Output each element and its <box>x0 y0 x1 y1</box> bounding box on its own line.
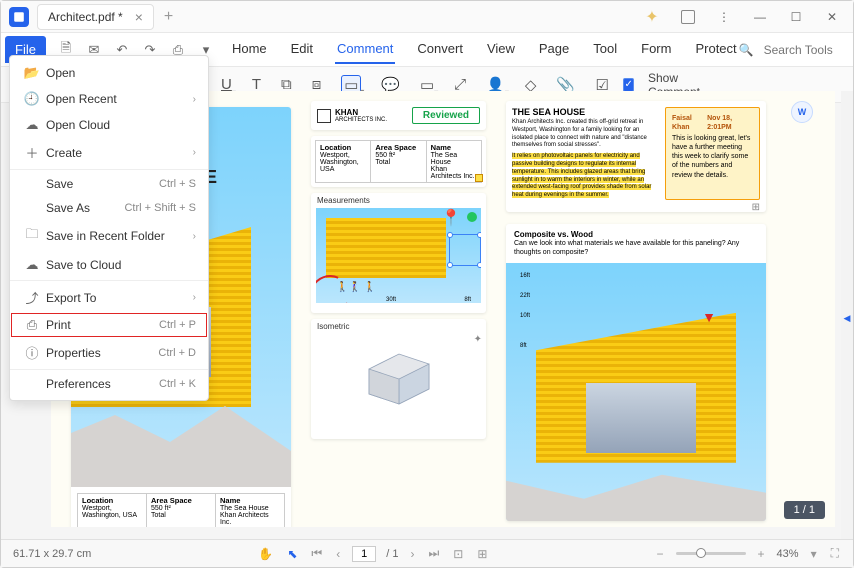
maximize-button[interactable]: ☐ <box>783 4 809 30</box>
file-properties[interactable]: ⓘPropertiesCtrl + D <box>10 338 208 367</box>
info-card: LocationWestport,Washington, USA Area Sp… <box>311 136 486 187</box>
search-icon[interactable]: 🔍 <box>739 43 754 57</box>
menu-edit[interactable]: Edit <box>289 35 315 64</box>
khan-logo: KHANARCHITECTS INC. <box>317 108 387 123</box>
separator <box>10 369 208 370</box>
clock-icon: 🕘 <box>22 91 42 107</box>
folder-open-icon: 📂 <box>22 65 42 81</box>
zoom-slider[interactable] <box>676 552 746 555</box>
menu-comment[interactable]: Comment <box>335 35 395 64</box>
menu-convert[interactable]: Convert <box>415 35 465 64</box>
note-marker-icon[interactable] <box>475 174 483 182</box>
app-icon <box>9 7 29 27</box>
menu-page[interactable]: Page <box>537 35 571 64</box>
menu-protect[interactable]: Protect <box>693 35 738 64</box>
file-save[interactable]: SaveCtrl + S <box>10 172 208 196</box>
sticky-note[interactable]: Faisal KhanNov 18, 2:01PM This is lookin… <box>665 107 760 200</box>
expand-icon[interactable]: ⊞ <box>512 202 760 212</box>
file-save-recent-folder[interactable]: 🗀Save in Recent Folder› <box>10 220 208 252</box>
chevron-right-icon: › <box>193 231 196 242</box>
plus-icon: ＋ <box>22 143 42 162</box>
description-card: THE SEA HOUSE Khan Architects Inc. creat… <box>506 101 766 212</box>
menu-tool[interactable]: Tool <box>591 35 619 64</box>
status-dot-icon <box>467 212 477 222</box>
prev-page-icon[interactable]: ‹ <box>334 547 342 561</box>
separator <box>10 169 208 170</box>
reviewed-badge: Reviewed <box>412 107 480 124</box>
chevron-right-icon: › <box>193 292 196 303</box>
statusbar: 61.71 x 29.7 cm ✋ ⬉ ⏮ ‹ / 1 › ⏭ ⊡ ⊞ − + … <box>1 539 853 567</box>
header-card: KHANARCHITECTS INC. Reviewed <box>311 101 486 130</box>
zoom-value: 43% <box>777 548 799 560</box>
right-scrollbar[interactable]: ◀ <box>841 91 853 539</box>
arrow-down-icon[interactable]: ▼ <box>702 309 716 325</box>
file-save-cloud[interactable]: ☁Save to Cloud <box>10 252 208 278</box>
file-dropdown: 📂Open 🕘Open Recent› ☁Open Cloud ＋Create›… <box>9 55 209 401</box>
isometric-card: Isometric ✦ <box>311 319 486 439</box>
kebab-icon[interactable]: ⋮ <box>711 4 737 30</box>
printer-icon: ⎙ <box>22 317 42 333</box>
folder-icon: 🗀 <box>22 225 42 247</box>
word-export-icon[interactable]: W <box>791 101 813 123</box>
file-save-as[interactable]: Save AsCtrl + Shift + S <box>10 196 208 220</box>
page-input[interactable] <box>352 546 376 562</box>
close-button[interactable]: ✕ <box>819 4 845 30</box>
file-print[interactable]: ⎙PrintCtrl + P <box>10 312 208 338</box>
zoom-in-icon[interactable]: + <box>756 547 767 561</box>
measurements-card: Measurements 🚶🚶‍♀️ 🚶 📍 30ft 8ft <box>311 193 486 313</box>
next-page-icon[interactable]: › <box>408 547 416 561</box>
file-export[interactable]: ⤴Export To› <box>10 283 208 312</box>
select-tool-icon[interactable]: ⬉ <box>285 547 299 561</box>
minimize-button[interactable]: — <box>747 4 773 30</box>
page-indicator: 1 / 1 <box>784 501 825 519</box>
fit-width-icon[interactable]: ⊡ <box>451 547 465 561</box>
tab-close-icon[interactable]: × <box>135 9 143 25</box>
pin-icon[interactable]: 📍 <box>441 208 461 228</box>
page-dimensions: 61.71 x 29.7 cm <box>13 548 91 560</box>
cloud-up-icon: ☁ <box>22 257 42 273</box>
file-create[interactable]: ＋Create› <box>10 138 208 167</box>
export-icon: ⤴ <box>22 288 42 307</box>
cloud-icon: ☁ <box>22 117 42 133</box>
file-open-cloud[interactable]: ☁Open Cloud <box>10 112 208 138</box>
premium-icon[interactable]: ✦ <box>639 4 665 30</box>
composite-card: Composite vs. Wood Can we look into what… <box>506 224 766 521</box>
chevron-right-icon: › <box>193 147 196 158</box>
menu-home[interactable]: Home <box>230 35 269 64</box>
share-icon[interactable] <box>675 4 701 30</box>
info-table: LocationWestport,Washington, USA Area Sp… <box>77 493 285 527</box>
menu-view[interactable]: View <box>485 35 517 64</box>
new-tab-button[interactable]: + <box>164 8 173 26</box>
document-tab[interactable]: Architect.pdf * × <box>37 4 154 30</box>
show-comment-check[interactable]: ✓ <box>623 78 634 92</box>
info-icon: ⓘ <box>22 343 42 362</box>
annotation-rect[interactable] <box>449 234 481 266</box>
highlighted-text[interactable]: It relies on photovoltaic panels for ele… <box>512 153 651 198</box>
hand-tool-icon[interactable]: ✋ <box>256 547 275 561</box>
expand-panel-icon[interactable]: ◀ <box>841 311 853 325</box>
file-open-recent[interactable]: 🕘Open Recent› <box>10 86 208 112</box>
file-preferences[interactable]: PreferencesCtrl + K <box>10 372 208 396</box>
zoom-out-icon[interactable]: − <box>655 547 666 561</box>
fullscreen-icon[interactable]: ⛶ <box>829 546 841 561</box>
fit-page-icon[interactable]: ⊞ <box>475 547 489 561</box>
chevron-right-icon: › <box>193 94 196 105</box>
zoom-dropdown-icon[interactable]: ▾ <box>809 547 819 561</box>
first-page-icon[interactable]: ⏮ <box>309 546 324 561</box>
search-input[interactable] <box>764 43 844 57</box>
tab-filename: Architect.pdf * <box>48 10 123 24</box>
titlebar: Architect.pdf * × + ✦ ⋮ — ☐ ✕ <box>1 1 853 33</box>
menu-form[interactable]: Form <box>639 35 673 64</box>
separator <box>10 280 208 281</box>
last-page-icon[interactable]: ⏭ <box>426 546 441 561</box>
file-open[interactable]: 📂Open <box>10 60 208 86</box>
